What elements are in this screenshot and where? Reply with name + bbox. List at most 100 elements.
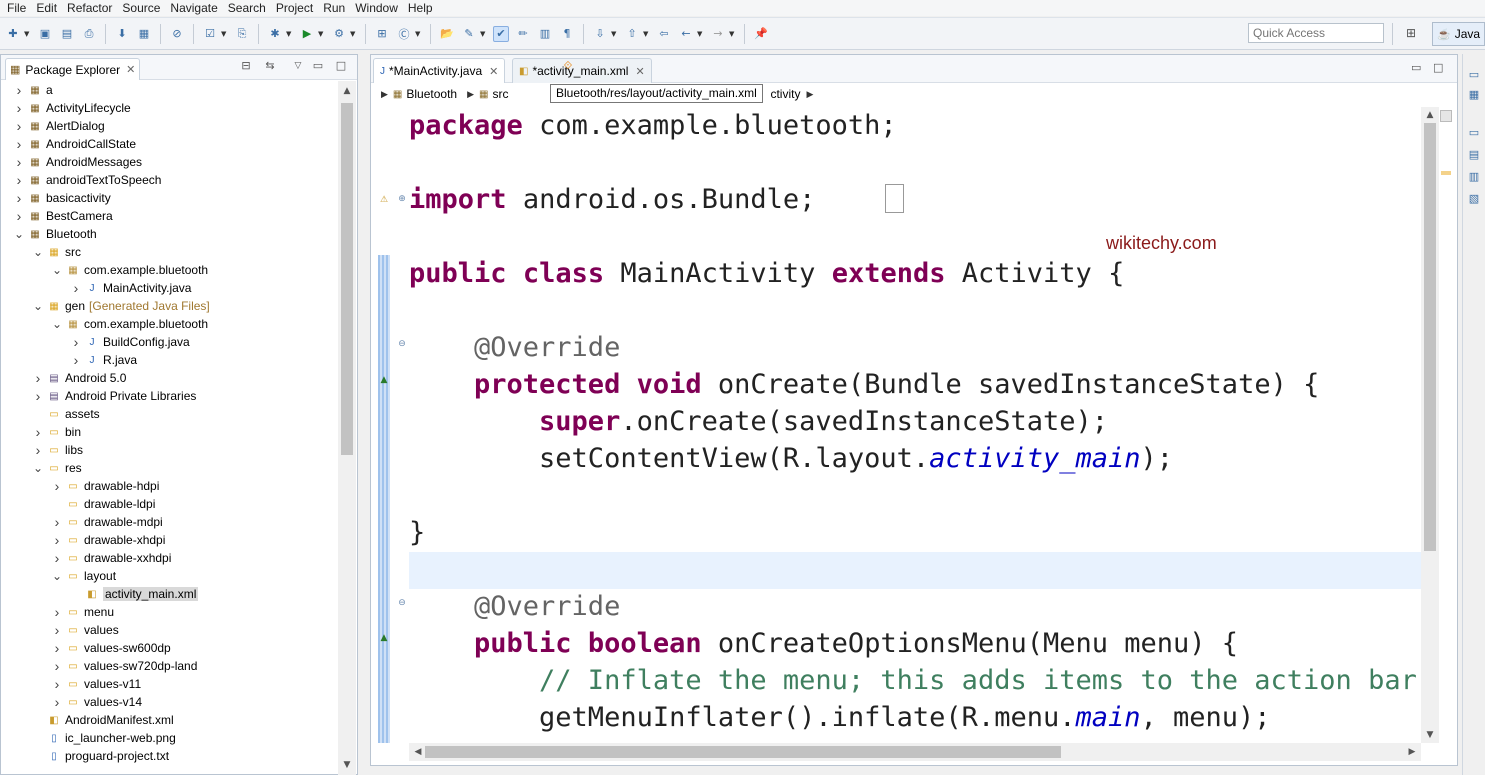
collapse-arrow-icon[interactable]: ⌄ <box>32 299 44 313</box>
overview-warning-marker[interactable] <box>1441 171 1451 175</box>
overview-status-icon[interactable] <box>1440 110 1452 122</box>
maximize-icon[interactable]: □ <box>334 59 348 73</box>
maximize-editor-icon[interactable]: □ <box>1433 61 1443 74</box>
minimize-editor-icon[interactable]: ▭ <box>1411 61 1421 74</box>
search-dropdown-icon[interactable]: ▼ <box>480 30 487 38</box>
expand-arrow-icon[interactable]: › <box>32 388 44 404</box>
expand-arrow-icon[interactable]: › <box>51 550 63 566</box>
javadoc-icon[interactable]: ▥ <box>1467 170 1481 184</box>
tree-item[interactable]: › ▦ BestCamera <box>13 207 113 225</box>
collapse-arrow-icon[interactable]: ⌄ <box>51 317 63 331</box>
tab-main-activity-java[interactable]: J *MainActivity.java ✕ <box>373 58 506 83</box>
close-icon[interactable]: ✕ <box>126 63 135 76</box>
breadcrumb-item-project[interactable]: ▶ ▦ Bluetooth <box>381 87 457 101</box>
expand-arrow-icon[interactable]: › <box>70 280 82 296</box>
tree-item[interactable]: › ▭ values <box>51 621 119 639</box>
menu-item-edit[interactable]: Edit <box>31 0 62 16</box>
close-tab-icon[interactable]: ✕ <box>489 65 498 78</box>
editor-vertical-scrollbar[interactable]: ▲ ▼ <box>1421 107 1439 743</box>
tree-item[interactable]: ▯ proguard-project.txt <box>32 747 169 765</box>
expand-arrow-icon[interactable]: › <box>32 442 44 458</box>
collapse-arrow-icon[interactable]: ⌄ <box>32 461 44 475</box>
tree-item[interactable]: › ▭ bin <box>32 423 81 441</box>
expand-arrow-icon[interactable]: › <box>13 82 25 98</box>
collapse-arrow-icon[interactable]: ⌄ <box>51 263 63 277</box>
expand-arrow-icon[interactable]: › <box>32 370 44 386</box>
menu-item-refactor[interactable]: Refactor <box>62 0 117 16</box>
warning-marker-icon[interactable]: ⚠ <box>379 195 389 205</box>
collapse-arrow-icon[interactable]: ⌄ <box>32 245 44 259</box>
package-explorer-scrollbar[interactable]: ▲ ▼ <box>338 81 356 775</box>
expand-arrow-icon[interactable]: › <box>51 532 63 548</box>
expand-arrow-icon[interactable]: › <box>51 478 63 494</box>
expand-arrow-icon[interactable]: › <box>51 640 63 656</box>
folded-code-icon[interactable] <box>885 184 904 213</box>
tree-item[interactable]: › ▭ drawable-xxhdpi <box>51 549 172 567</box>
tree-item[interactable]: › ▦ AlertDialog <box>13 117 105 135</box>
breadcrumb-item-class[interactable]: ctivity ▶ <box>770 87 818 101</box>
tree-item[interactable]: › ▭ drawable-hdpi <box>51 477 160 495</box>
link-with-editor-icon[interactable]: ⇆ <box>263 59 277 73</box>
tree-item[interactable]: › ▭ values-v11 <box>51 675 141 693</box>
view-menu-icon[interactable]: ▽ <box>291 59 305 73</box>
new-java-class-icon[interactable]: Ⓒ <box>396 26 412 42</box>
expand-arrow-icon[interactable]: › <box>13 118 25 134</box>
expand-arrow-icon[interactable]: › <box>13 172 25 188</box>
next-annotation-icon[interactable]: ⇩ <box>592 26 608 42</box>
tree-item[interactable]: › ▦ a <box>13 81 53 99</box>
toggle-block-selection-icon[interactable]: ▥ <box>537 26 553 42</box>
menu-item-source[interactable]: Source <box>117 0 165 16</box>
tree-item[interactable]: › ▦ AndroidMessages <box>13 153 142 171</box>
expand-arrow-icon[interactable]: › <box>13 100 25 116</box>
restore-icon[interactable]: ▭ <box>1467 68 1481 82</box>
code-editor[interactable]: package com.example.bluetooth; import and… <box>409 107 1423 743</box>
run-dropdown-icon[interactable]: ▼ <box>318 30 325 38</box>
tree-item[interactable]: ▭ drawable-ldpi <box>51 495 155 513</box>
tree-item[interactable]: › J BuildConfig.java <box>70 333 190 351</box>
scrollbar-thumb[interactable] <box>1424 123 1436 551</box>
new-icon[interactable]: ✚ <box>5 26 21 42</box>
expand-arrow-icon[interactable]: › <box>13 154 25 170</box>
expand-arrow-icon[interactable]: › <box>51 658 63 674</box>
declaration-icon[interactable]: ▧ <box>1467 192 1481 206</box>
tree-item[interactable]: ◧ activity_main.xml <box>70 585 199 603</box>
next-annotation-dropdown-icon[interactable]: ▼ <box>611 30 618 38</box>
debug-dropdown-icon[interactable]: ▼ <box>286 30 293 38</box>
back-icon[interactable]: ← <box>678 26 694 42</box>
scroll-right-icon[interactable]: ▶ <box>1403 744 1421 760</box>
open-type-icon[interactable]: 📂 <box>439 26 455 42</box>
tree-item[interactable]: ▯ ic_launcher-web.png <box>32 729 176 747</box>
last-edit-location-icon[interactable]: ⇦ <box>656 26 672 42</box>
tab-activity-main-xml[interactable]: ◧ *activity_main.xml ✕ <box>512 58 652 83</box>
expand-arrow-icon[interactable]: › <box>70 334 82 350</box>
tree-item[interactable]: ⌄ ▦ gen [Generated Java Files] <box>32 297 210 315</box>
forward-dropdown-icon[interactable]: ▼ <box>729 30 736 38</box>
scroll-up-icon[interactable]: ▲ <box>1421 107 1439 123</box>
problems-icon[interactable]: ▤ <box>1467 148 1481 162</box>
tree-item[interactable]: › ▤ Android Private Libraries <box>32 387 197 405</box>
tree-item[interactable]: › ▦ basicactivity <box>13 189 111 207</box>
tree-item[interactable]: › ▭ menu <box>51 603 114 621</box>
tree-item[interactable]: › ▭ values-sw720dp-land <box>51 657 198 675</box>
expand-arrow-icon[interactable]: › <box>13 136 25 152</box>
restore-icon[interactable]: ▭ <box>1467 126 1481 140</box>
scrollbar-thumb[interactable] <box>425 746 1061 758</box>
menu-item-project[interactable]: Project <box>271 0 318 16</box>
search-icon[interactable]: ✎ <box>461 26 477 42</box>
back-dropdown-icon[interactable]: ▼ <box>697 30 704 38</box>
tasks-icon[interactable]: ☑ <box>202 26 218 42</box>
outline-icon[interactable]: ▦ <box>1467 88 1481 102</box>
menu-item-run[interactable]: Run <box>318 0 350 16</box>
tree-item[interactable]: › ▭ drawable-xhdpi <box>51 531 166 549</box>
menu-item-window[interactable]: Window <box>350 0 403 16</box>
collapse-arrow-icon[interactable]: ⌄ <box>13 227 25 241</box>
collapse-all-icon[interactable]: ⊟ <box>239 59 253 73</box>
close-tab-icon[interactable]: ✕ <box>635 65 644 78</box>
tree-item[interactable]: › J MainActivity.java <box>70 279 192 297</box>
tree-item[interactable]: ⌄ ▭ res <box>32 459 82 477</box>
fold-collapse-icon[interactable]: ⊖ <box>397 598 407 608</box>
save-icon[interactable]: ▣ <box>37 26 53 42</box>
tree-item[interactable]: › ▦ androidTextToSpeech <box>13 171 162 189</box>
tasks-dropdown-icon[interactable]: ▼ <box>221 30 228 38</box>
tree-item[interactable]: › ▭ drawable-mdpi <box>51 513 163 531</box>
